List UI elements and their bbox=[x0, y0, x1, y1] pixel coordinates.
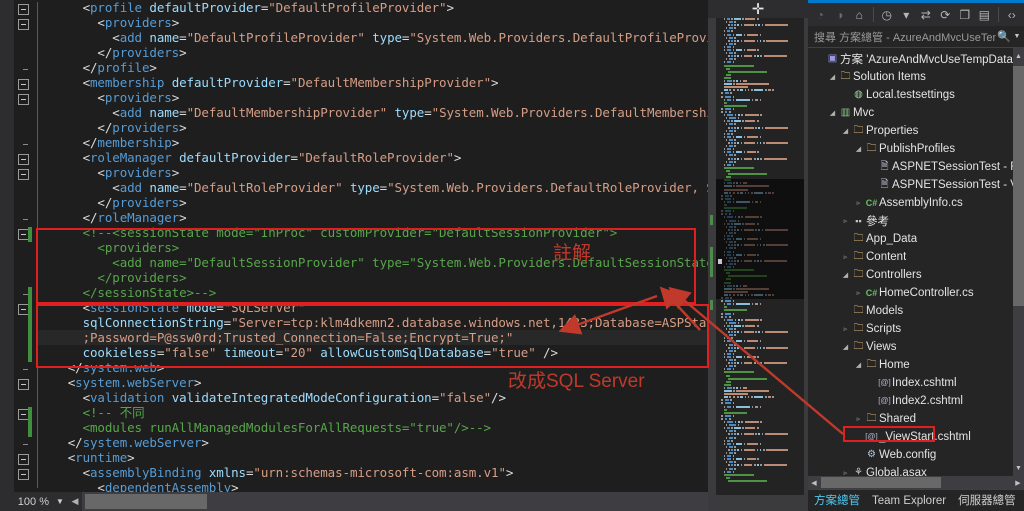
arrow-to-sql-connection bbox=[558, 294, 658, 335]
arrow-webconfig-to-code bbox=[668, 286, 844, 435]
annotation-arrows bbox=[558, 286, 844, 435]
visual-studio-window: <profile defaultProvider="DefaultProfile… bbox=[0, 0, 1024, 511]
